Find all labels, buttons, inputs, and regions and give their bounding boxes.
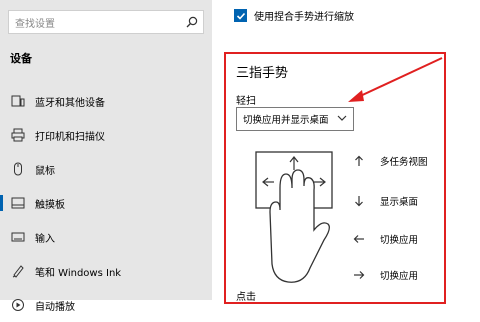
sidebar-item-label: 输入	[35, 233, 55, 245]
gesture-label: 显示桌面	[380, 197, 419, 208]
gesture-row-right: 切换应用	[352, 268, 418, 282]
sidebar-item-input[interactable]: 输入	[0, 220, 212, 254]
arrow-up-icon	[352, 154, 366, 168]
gesture-row-up: 多任务视图	[352, 154, 428, 168]
gesture-label: 切换应用	[380, 271, 419, 282]
hand-gesture-icon	[255, 151, 333, 283]
swipe-dropdown[interactable]: 切换应用并显示桌面	[236, 107, 354, 131]
mouse-icon	[10, 161, 26, 177]
sidebar-item-label: 鼠标	[35, 165, 55, 177]
annotation-arrow	[348, 57, 443, 102]
three-finger-heading: 三指手势	[236, 66, 289, 81]
sidebar-item-pen[interactable]: 笔和 Windows Ink	[0, 254, 212, 288]
sidebar-item-label: 打印机和扫描仪	[35, 131, 105, 143]
sidebar-item-label: 蓝牙和其他设备	[35, 97, 105, 109]
gesture-label: 切换应用	[380, 235, 419, 246]
autoplay-icon	[10, 297, 26, 313]
arrow-left-icon	[352, 232, 366, 246]
arrow-right-icon	[352, 268, 366, 282]
sidebar-item-touchpad[interactable]: 触摸板	[0, 186, 212, 220]
keyboard-icon	[10, 229, 26, 245]
gesture-row-left: 切换应用	[352, 232, 418, 246]
three-finger-illustration	[252, 150, 336, 290]
pen-icon	[10, 263, 26, 279]
search-box[interactable]: 查找设置	[8, 10, 204, 34]
gesture-row-down: 显示桌面	[352, 194, 418, 208]
swipe-label: 轻扫	[236, 96, 256, 107]
sidebar-item-bluetooth[interactable]: 蓝牙和其他设备	[0, 84, 212, 118]
pinch-zoom-checkbox[interactable]	[234, 9, 247, 22]
sidebar-item-printers[interactable]: 打印机和扫描仪	[0, 118, 212, 152]
sidebar-item-autoplay[interactable]: 自动播放	[0, 288, 212, 322]
chevron-down-icon	[337, 115, 347, 121]
search-icon[interactable]	[181, 11, 203, 33]
bluetooth-device-icon	[10, 93, 26, 109]
section-title: 设备	[10, 52, 32, 65]
touchpad-icon	[10, 195, 26, 211]
sidebar: 查找设置 设备 蓝牙和其他设备 打印机和扫描仪 鼠标 触摸板 输入 笔和 Win…	[0, 0, 212, 313]
main-content: 使用捏合手势进行缩放 三指手势 轻扫 切换应用并显示桌面 多任务视图 显示桌面	[212, 0, 480, 304]
pinch-zoom-option[interactable]: 使用捏合手势进行缩放	[234, 8, 354, 23]
search-input[interactable]: 查找设置	[9, 15, 181, 30]
pinch-zoom-label: 使用捏合手势进行缩放	[254, 12, 354, 23]
swipe-dropdown-value: 切换应用并显示桌面	[243, 115, 329, 126]
gesture-label: 多任务视图	[380, 157, 428, 168]
sidebar-item-label: 笔和 Windows Ink	[35, 267, 122, 279]
tap-label: 点击	[236, 292, 256, 303]
sidebar-nav: 蓝牙和其他设备 打印机和扫描仪 鼠标 触摸板 输入 笔和 Windows Ink…	[0, 84, 212, 322]
printer-icon	[10, 127, 26, 143]
checkmark-icon	[236, 12, 245, 20]
sidebar-item-label: 触摸板	[35, 199, 65, 211]
sidebar-item-mouse[interactable]: 鼠标	[0, 152, 212, 186]
arrow-down-icon	[352, 194, 366, 208]
